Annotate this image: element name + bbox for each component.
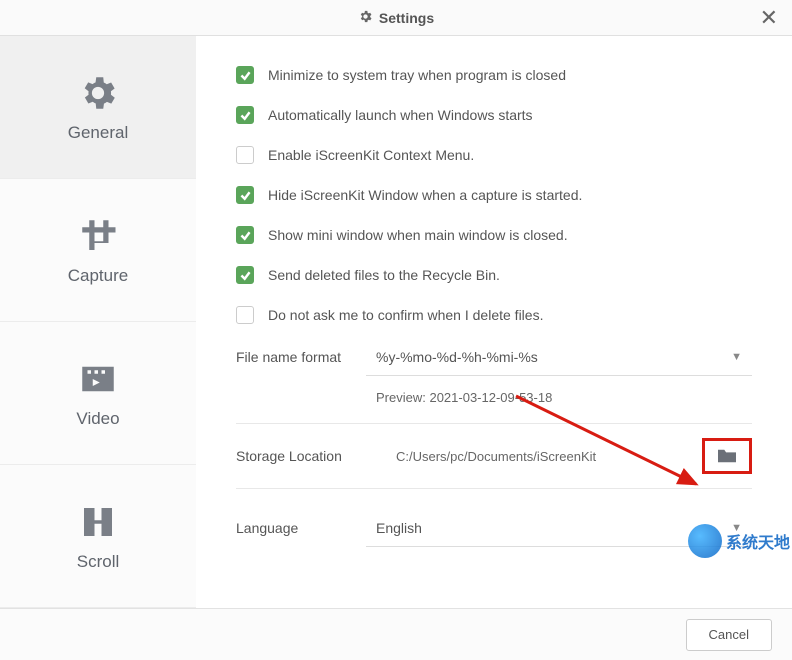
window-title-text: Settings — [379, 10, 434, 26]
checkbox-auto-launch[interactable] — [236, 106, 254, 124]
sidebar-item-label: Capture — [68, 266, 128, 286]
storage-location-value: C:/Users/pc/Documents/iScreenKit — [366, 449, 694, 464]
video-icon — [76, 357, 120, 401]
chevron-down-icon: ▼ — [731, 522, 742, 534]
checkbox-minimize-tray[interactable] — [236, 66, 254, 84]
cancel-button[interactable]: Cancel — [686, 619, 772, 651]
browse-folder-button[interactable] — [715, 445, 739, 467]
filename-format-label: File name format — [236, 349, 366, 365]
storage-location-label: Storage Location — [236, 448, 366, 464]
close-icon[interactable]: ✕ — [760, 7, 778, 29]
folder-icon — [716, 447, 738, 465]
checkbox-label: Hide iScreenKit Window when a capture is… — [268, 187, 582, 203]
sidebar: General Capture Video Scroll — [0, 36, 196, 608]
sidebar-item-label: Scroll — [77, 552, 120, 572]
sidebar-item-capture[interactable]: Capture — [0, 179, 196, 322]
gear-icon — [76, 71, 120, 115]
checkbox-label: Enable iScreenKit Context Menu. — [268, 147, 474, 163]
checkbox-label: Automatically launch when Windows starts — [268, 107, 533, 123]
sidebar-item-label: General — [68, 123, 128, 143]
window-title: Settings — [358, 9, 434, 27]
sidebar-item-general[interactable]: General — [0, 36, 196, 179]
footer: Cancel — [0, 608, 792, 660]
filename-preview: Preview: 2021-03-12-09-53-18 — [366, 382, 752, 423]
language-label: Language — [236, 520, 366, 536]
checkbox-label: Minimize to system tray when program is … — [268, 67, 566, 83]
scroll-icon — [76, 500, 120, 544]
crop-icon — [76, 214, 120, 258]
gear-icon — [358, 9, 373, 27]
checkbox-no-confirm[interactable] — [236, 306, 254, 324]
checkbox-label: Show mini window when main window is clo… — [268, 227, 568, 243]
checkbox-context-menu[interactable] — [236, 146, 254, 164]
language-value: English — [376, 520, 422, 536]
settings-panel: Minimize to system tray when program is … — [196, 36, 792, 608]
checkbox-label: Do not ask me to confirm when I delete f… — [268, 307, 543, 323]
checkbox-mini-window[interactable] — [236, 226, 254, 244]
annotation-highlight — [702, 438, 752, 474]
checkbox-label: Send deleted files to the Recycle Bin. — [268, 267, 500, 283]
sidebar-item-video[interactable]: Video — [0, 322, 196, 465]
checkbox-recycle-bin[interactable] — [236, 266, 254, 284]
filename-format-select[interactable]: %y-%mo-%d-%h-%mi-%s ▼ — [366, 338, 752, 376]
chevron-down-icon: ▼ — [731, 351, 742, 363]
filename-format-value: %y-%mo-%d-%h-%mi-%s — [376, 349, 538, 365]
window-header: Settings ✕ — [0, 0, 792, 36]
checkbox-hide-window[interactable] — [236, 186, 254, 204]
language-select[interactable]: English ▼ — [366, 509, 752, 547]
sidebar-item-scroll[interactable]: Scroll — [0, 465, 196, 608]
sidebar-item-label: Video — [76, 409, 119, 429]
